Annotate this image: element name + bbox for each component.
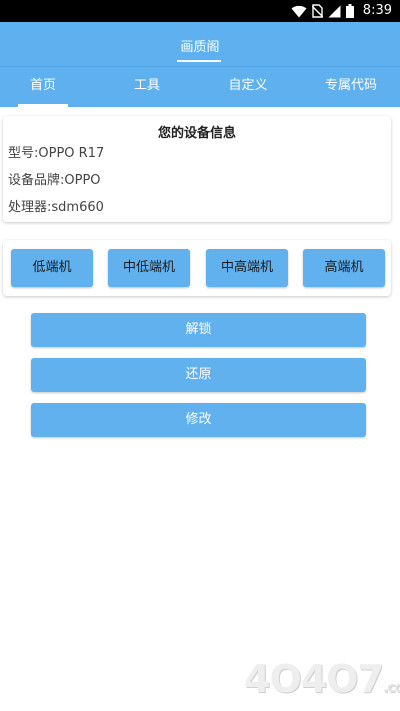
status-time: 8:39 (362, 3, 392, 18)
wifi-icon (291, 5, 307, 17)
tab-exclusive-code[interactable]: 专属代码 (318, 67, 384, 107)
status-bar: 8:39 (0, 0, 400, 22)
watermark-suffix: .com (382, 680, 400, 696)
mid-low-end-button[interactable]: 中低端机 (108, 249, 190, 287)
tier-buttons-card: 低端机 中低端机 中高端机 高端机 (3, 240, 391, 296)
device-processor: 处理器:sdm660 (8, 200, 104, 215)
tab-home[interactable]: 首页 (18, 67, 68, 107)
unlock-button[interactable]: 解锁 (31, 313, 366, 347)
device-info-card: 您的设备信息 型号:OPPO R17 设备品牌:OPPO 处理器:sdm660 (3, 116, 391, 222)
signal-icon (328, 5, 341, 17)
restore-button[interactable]: 还原 (31, 358, 366, 392)
tab-tools[interactable]: 工具 (122, 67, 172, 107)
battery-icon (345, 4, 354, 18)
watermark-text: 4O4O7 (244, 657, 384, 701)
app-title: 画质阁 (180, 40, 220, 55)
app-bar: 画质阁 (0, 22, 400, 66)
status-icons: 8:39 (291, 3, 392, 19)
tab-bar: 首页 工具 自定义 专属代码 (0, 66, 400, 107)
title-underline (177, 60, 221, 62)
modify-button[interactable]: 修改 (31, 403, 366, 437)
device-brand: 设备品牌:OPPO (8, 173, 101, 188)
device-info-title: 您的设备信息 (157, 126, 236, 141)
watermark-logo: 4O4O7.com (244, 656, 400, 702)
tab-custom[interactable]: 自定义 (220, 67, 276, 107)
low-end-button[interactable]: 低端机 (11, 249, 93, 287)
mid-high-end-button[interactable]: 中高端机 (206, 249, 288, 287)
device-model: 型号:OPPO R17 (8, 146, 105, 161)
high-end-button[interactable]: 高端机 (303, 249, 385, 287)
no-sim-icon (311, 4, 323, 18)
